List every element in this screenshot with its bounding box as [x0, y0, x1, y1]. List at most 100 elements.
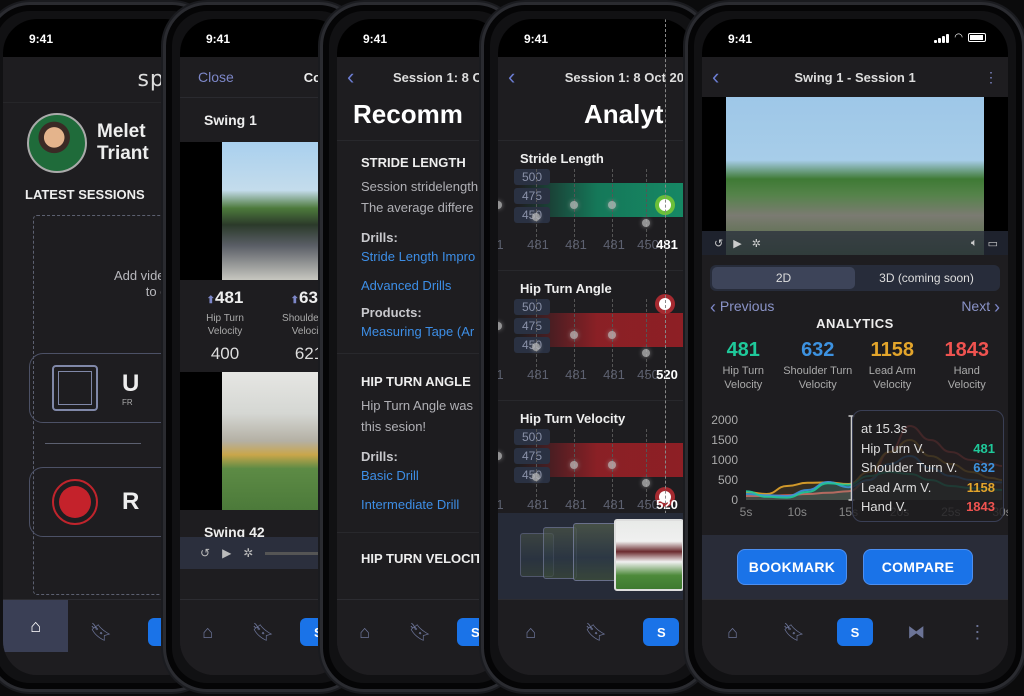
session-point[interactable]: [498, 452, 502, 460]
session-point[interactable]: [532, 212, 540, 221]
swing-thumbnail-strip[interactable]: [498, 513, 694, 599]
more-vertical-icon[interactable]: ⋮: [976, 69, 998, 86]
tab-bookmarks[interactable]: 🔖︎: [235, 612, 290, 652]
nav-bar: ‹ Session 1: 8 O: [337, 57, 503, 97]
session-point[interactable]: [498, 201, 502, 209]
swing-thumbnail[interactable]: [573, 523, 617, 581]
session-point[interactable]: [570, 331, 578, 339]
tab-sessions[interactable]: S: [824, 612, 885, 652]
action-bar: BOOKMARK COMPARE: [702, 535, 1008, 599]
previous-button[interactable]: ‹ Previous: [710, 297, 774, 318]
status-bar: 9:41 ◠: [702, 19, 1008, 57]
swing-video-player[interactable]: ↺ ▶ ✲ 🔈︎ ▭: [702, 97, 1008, 255]
session-point[interactable]: [642, 349, 650, 357]
tab-home[interactable]: ⌂: [702, 612, 763, 652]
y-label: 500: [514, 429, 550, 445]
session-point[interactable]: [608, 201, 616, 209]
tooltip-row-lead-arm: Lead Arm V. 1158: [861, 478, 995, 498]
rec-hip-turn-angle: HIP TURN ANGLE Hip Turn Angle was this s…: [337, 354, 503, 533]
swing-thumbnail-selected[interactable]: [614, 519, 684, 591]
bookmark-icon: 🔖︎: [408, 621, 432, 642]
session-point[interactable]: [570, 201, 578, 209]
compare-title: Co: [303, 69, 322, 85]
back-chevron-icon[interactable]: ‹: [508, 64, 529, 90]
tooltip-time: at 15.3s: [861, 421, 908, 436]
session-point[interactable]: [608, 461, 616, 469]
chevron-right-icon: ›: [994, 297, 1000, 317]
tooltip-label: Lead Arm V.: [861, 479, 932, 495]
status-time: 9:41: [363, 32, 388, 46]
tab-home[interactable]: ⌂: [3, 600, 69, 652]
next-label: Next: [961, 298, 991, 314]
session-point[interactable]: [642, 479, 650, 487]
y-tick-label: 0: [731, 493, 738, 507]
chevron-left-icon: ‹: [710, 297, 716, 317]
arrow-up-icon: ⬆: [206, 295, 215, 306]
session-point[interactable]: [498, 322, 502, 330]
replay-icon[interactable]: ↺: [714, 237, 723, 250]
page-title: Recomm: [337, 97, 503, 141]
close-button[interactable]: Close: [198, 69, 234, 85]
next-button[interactable]: Next ›: [961, 297, 1000, 318]
home-icon: ⌂: [30, 615, 42, 636]
speed-icon[interactable]: ✲: [243, 546, 253, 560]
metric-label: Shoulder Turn: [783, 365, 853, 377]
segment-2d[interactable]: 2D: [712, 267, 855, 289]
metric-label: Hip Turn: [722, 365, 765, 377]
tab-more[interactable]: ⋮: [947, 612, 1008, 652]
bookmark-icon: 🔖︎: [89, 621, 113, 642]
play-icon[interactable]: ▶: [222, 546, 231, 560]
tab-bar: ⌂ 🔖︎ S ⧓ ⋮: [702, 599, 1008, 675]
back-chevron-icon[interactable]: ‹: [712, 64, 734, 90]
x-label: 520: [656, 497, 678, 512]
segment-3d[interactable]: 3D (coming soon): [855, 267, 998, 289]
x-label: 1: [498, 367, 504, 382]
tab-bookmarks[interactable]: 🔖︎: [763, 612, 824, 652]
swing-thumbnail[interactable]: [543, 527, 577, 579]
tab-bookmarks[interactable]: 🔖︎: [68, 612, 133, 652]
status-time: 9:41: [524, 32, 549, 46]
analytics-metrics: 481 Hip Turn Velocity 632 Shoulder Turn Vel…: [702, 331, 1008, 392]
analytics-trends-screen: 9:41 ‹ Session 1: 8 Oct 20 Analyt Stride…: [498, 19, 694, 675]
replay-icon[interactable]: ↺: [200, 546, 210, 560]
swing-pager: ‹ Previous Next ›: [702, 291, 1008, 318]
y-tick-label: 500: [718, 473, 738, 487]
tab-home[interactable]: ⌂: [498, 612, 563, 652]
metric-label: Hand: [953, 365, 980, 377]
bookmark-icon: 🔖︎: [584, 621, 608, 642]
bookmark-button[interactable]: BOOKMARK: [737, 549, 847, 585]
airplay-icon[interactable]: ▭: [988, 237, 1008, 250]
gridline: [646, 429, 647, 507]
x-label: 481: [565, 367, 587, 382]
tab-compare[interactable]: ⧓: [886, 612, 947, 652]
volume-icon[interactable]: 🔈︎: [971, 237, 978, 250]
analytics-metric: 632 Shoulder Turn Velocity: [783, 339, 853, 392]
play-icon[interactable]: ▶: [733, 237, 741, 250]
tab-home[interactable]: ⌂: [180, 612, 235, 652]
tab-bookmarks[interactable]: 🔖︎: [563, 612, 628, 652]
nav-title: Swing 1 - Session 1: [794, 69, 916, 85]
session-point[interactable]: [532, 472, 540, 481]
gridline: [646, 299, 647, 377]
avatar[interactable]: [27, 113, 87, 173]
compare-button[interactable]: COMPARE: [863, 549, 973, 585]
session-point[interactable]: [642, 219, 650, 227]
tab-home[interactable]: ⌂: [337, 612, 392, 652]
metric-hip-turn: ⬆481 Hip Turn Velocity 400: [192, 288, 258, 372]
bookmark-icon: 🔖︎: [251, 621, 275, 642]
velocity-chart[interactable]: 20001500100050005s10s15s20s25s30s at 15.…: [702, 410, 1008, 530]
tab-bookmarks[interactable]: 🔖︎: [392, 612, 447, 652]
sessions-icon: S: [837, 618, 873, 646]
nav-title: Session 1: 8 Oct 20: [564, 69, 684, 85]
gridline: [646, 169, 647, 247]
phone-swing-detail: 9:41 ◠ ‹ Swing 1 - Session 1 ⋮ ↺ ▶ ✲ 🔈︎ …: [685, 2, 1024, 692]
swing-detail-screen: 9:41 ◠ ‹ Swing 1 - Session 1 ⋮ ↺ ▶ ✲ 🔈︎ …: [702, 19, 1008, 675]
tooltip-value: 1158: [966, 479, 995, 495]
speed-icon[interactable]: ✲: [752, 237, 761, 250]
back-chevron-icon[interactable]: ‹: [347, 64, 369, 90]
y-tick-label: 2000: [711, 413, 738, 427]
session-point[interactable]: [570, 461, 578, 469]
previous-label: Previous: [719, 298, 775, 314]
session-point[interactable]: [608, 331, 616, 339]
session-point[interactable]: [532, 342, 540, 351]
